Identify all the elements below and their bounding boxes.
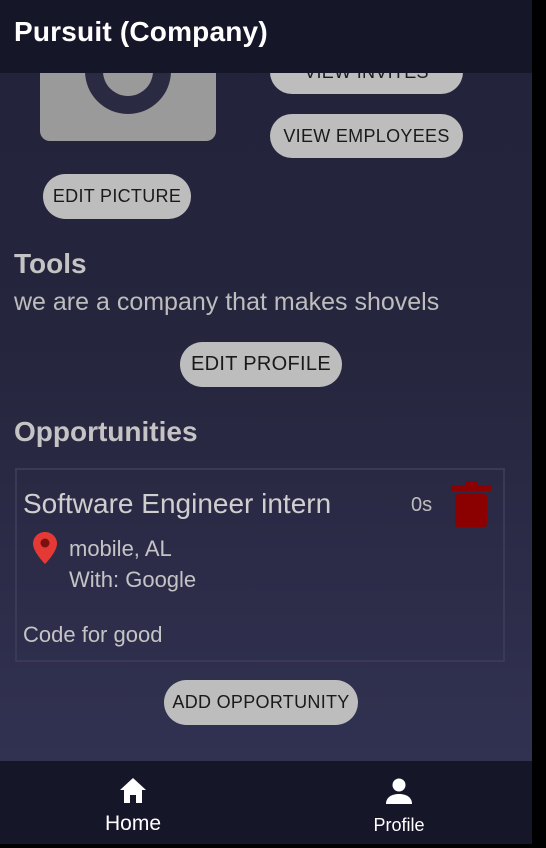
- opportunity-card[interactable]: Software Engineer intern 0s mobile, AL W…: [15, 468, 505, 662]
- company-description: we are a company that makes shovels: [14, 288, 440, 316]
- home-icon: [120, 778, 146, 803]
- person-icon: [386, 778, 412, 804]
- trash-icon[interactable]: [451, 480, 491, 528]
- edit-picture-button[interactable]: EDIT PICTURE: [43, 174, 191, 219]
- nav-home[interactable]: Home: [0, 761, 266, 844]
- opportunity-description: Code for good: [23, 622, 163, 647]
- opportunity-age: 0s: [411, 494, 433, 516]
- screen-edge: [532, 0, 546, 848]
- screen-bottom-edge: [0, 844, 546, 848]
- opportunity-title: Software Engineer intern: [23, 488, 332, 519]
- app-screen: VIEW INVITES VIEW EMPLOYEES EDIT PICTURE…: [0, 0, 532, 848]
- nav-profile[interactable]: Profile: [266, 761, 532, 844]
- nav-home-label: Home: [104, 812, 162, 835]
- opportunity-location: mobile, AL: [69, 536, 172, 561]
- map-pin-icon: [33, 532, 57, 564]
- opportunities-heading: Opportunities: [14, 416, 198, 447]
- app-title: Pursuit (Company): [14, 16, 268, 47]
- bottom-navigation: Home Profile: [0, 761, 532, 844]
- opportunity-partner: With: Google: [69, 567, 197, 592]
- add-opportunity-button[interactable]: ADD OPPORTUNITY: [164, 680, 358, 725]
- view-employees-button[interactable]: VIEW EMPLOYEES: [270, 114, 463, 158]
- company-name: Tools: [14, 248, 87, 279]
- edit-profile-button[interactable]: EDIT PROFILE: [180, 342, 342, 387]
- app-bar: Pursuit (Company): [0, 0, 532, 73]
- nav-profile-label: Profile: [373, 815, 425, 835]
